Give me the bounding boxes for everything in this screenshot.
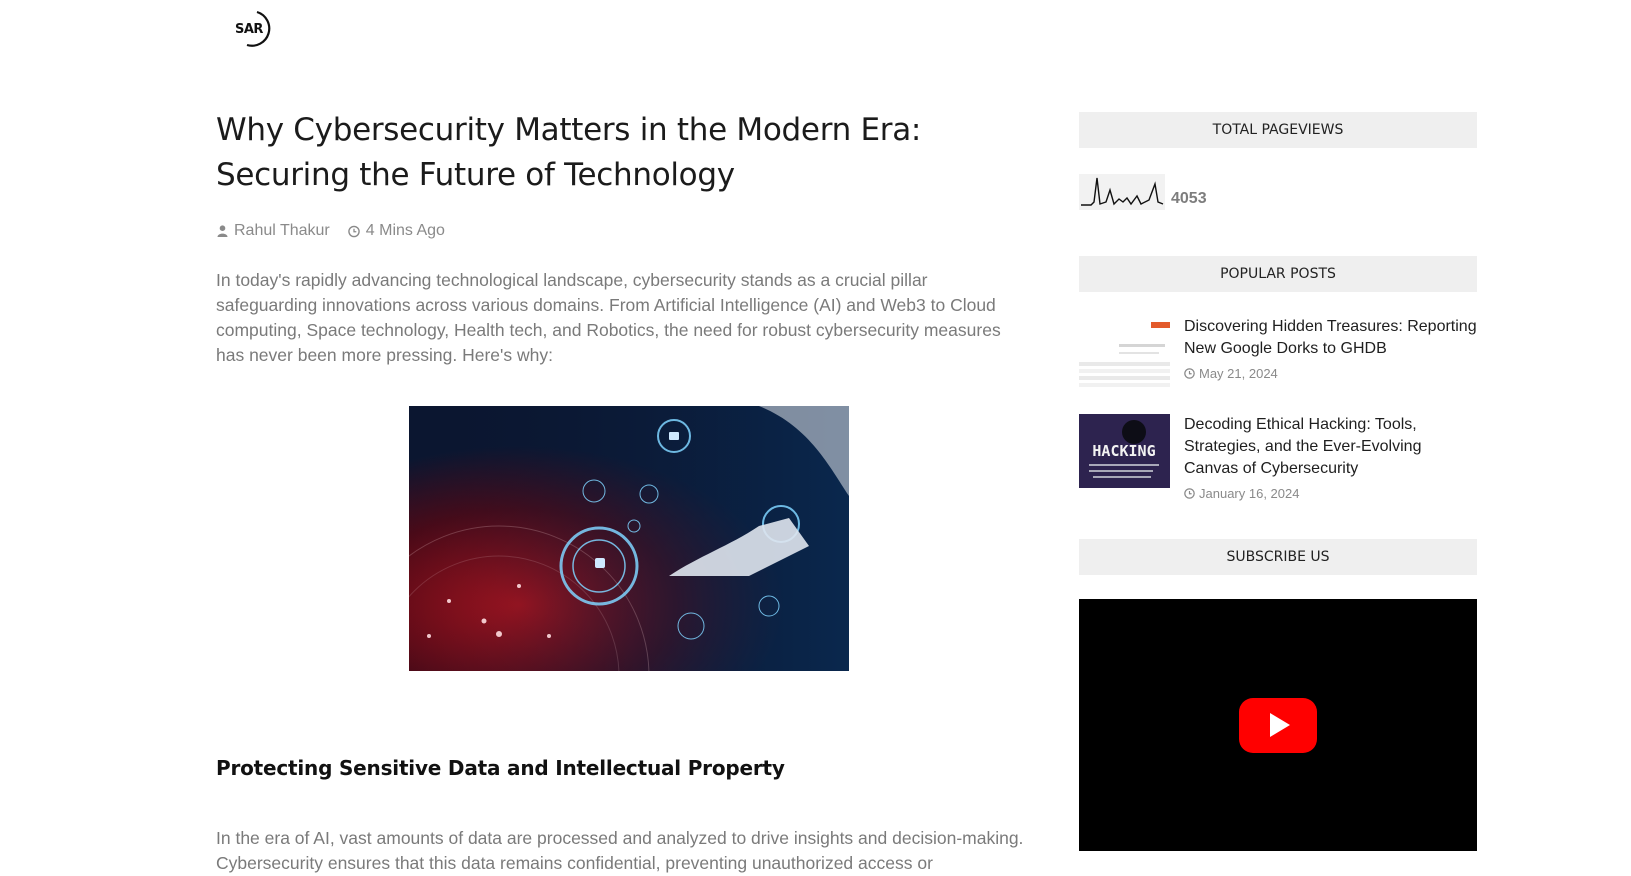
clock-icon [347, 224, 360, 238]
post-title: Why Cybersecurity Matters in the Modern … [216, 112, 922, 193]
section-heading: Protecting Sensitive Data and Intellectu… [216, 756, 785, 780]
pageviews-count: 4053 [1171, 190, 1207, 207]
popular-post-thumbnail[interactable]: HACKING [1079, 414, 1170, 488]
hero-image [409, 406, 849, 671]
popular-post-thumb-text: HACKING [1092, 442, 1155, 460]
pageviews-heading: TOTAL PAGEVIEWS [1079, 112, 1477, 148]
sidebar: TOTAL PAGEVIEWS 4053 POPULAR POSTS Disco… [1079, 112, 1477, 851]
popular-post-thumbnail[interactable] [1079, 316, 1170, 390]
clock-icon [1184, 368, 1195, 379]
youtube-embed[interactable] [1079, 599, 1477, 851]
subscribe-heading: SUBSCRIBE US [1079, 539, 1477, 575]
post-time: 4 Mins Ago [365, 222, 445, 239]
popular-post[interactable]: HACKING Decoding Ethical Hacking: Tools,… [1079, 414, 1477, 501]
popular-post-title[interactable]: Discovering Hidden Treasures: Reporting … [1184, 316, 1477, 360]
post-intro: In today's rapidly advancing technologic… [216, 270, 1001, 365]
user-icon [216, 224, 228, 238]
pageviews-sparkline [1079, 174, 1165, 210]
youtube-play-icon[interactable] [1239, 697, 1317, 753]
popular-post-date-text: May 21, 2024 [1199, 366, 1278, 381]
article: Why Cybersecurity Matters in the Modern … [216, 108, 1026, 873]
popular-post-date-text: January 16, 2024 [1199, 486, 1300, 501]
post-author[interactable]: Rahul Thakur [234, 222, 330, 240]
logo-text: SAR [235, 22, 263, 37]
clock-icon [1184, 488, 1195, 499]
popular-post-title[interactable]: Decoding Ethical Hacking: Tools, Strateg… [1184, 414, 1477, 480]
popular-post-date: May 21, 2024 [1184, 366, 1477, 381]
popular-post-date: January 16, 2024 [1184, 486, 1477, 501]
popular-posts-heading: POPULAR POSTS [1079, 256, 1477, 292]
section-text: In the era of AI, vast amounts of data a… [216, 827, 1024, 873]
pageviews-widget: 4053 [1079, 170, 1477, 210]
popular-post[interactable]: Discovering Hidden Treasures: Reporting … [1079, 316, 1477, 390]
post-meta: Rahul Thakur 4 Mins Ago [216, 222, 1026, 240]
site-logo[interactable]: SAR [231, 10, 279, 48]
